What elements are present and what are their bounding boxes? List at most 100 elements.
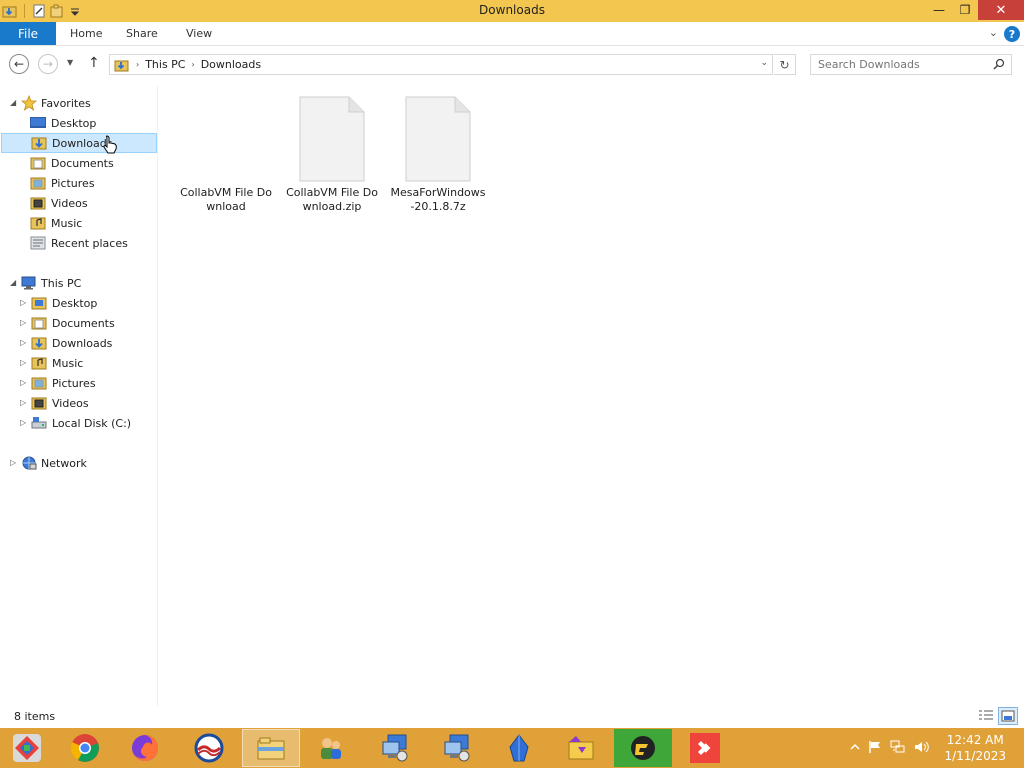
sidebar-item-label: Documents [51,156,114,170]
sidebar-item-label: Documents [52,316,115,330]
file-tab[interactable]: File [0,22,56,45]
sidebar-item-pc-documents[interactable]: ▷ Documents [20,313,156,333]
opera-icon[interactable] [180,729,238,767]
sidebar-item-videos[interactable]: Videos [30,193,156,213]
star-icon [20,94,38,111]
show-hidden-icons-icon[interactable] [850,741,860,755]
address-bar[interactable]: › This PC › Downloads ⌄ [109,54,773,75]
anydesk-icon[interactable] [676,729,734,767]
expand-arrow-icon[interactable]: ▷ [20,298,26,307]
sidebar-item-local-disk[interactable]: ▷ Local Disk (C:) [20,413,156,433]
search-input[interactable] [818,58,988,71]
recent-locations-icon[interactable]: ▼ [67,58,73,67]
search-icon[interactable] [993,58,1005,73]
address-dropdown-icon[interactable]: ⌄ [760,58,768,68]
sidebar-item-pc-downloads[interactable]: ▷ Downloads [20,333,156,353]
tree-network[interactable]: ▷ Network [10,453,87,473]
downloads-folder-icon [31,136,47,150]
this-pc-label: This PC [41,276,82,290]
network-tray-icon[interactable] [890,740,906,757]
help-icon[interactable]: ? [1004,26,1020,42]
volume-icon[interactable] [914,740,930,757]
tree-this-pc[interactable]: ◢ This PC [10,273,81,293]
remote-desktop-icon[interactable] [366,729,424,767]
tab-home[interactable]: Home [70,27,102,40]
blank-file-icon [299,96,365,182]
window-title: Downloads [479,3,545,17]
refresh-button[interactable]: ↻ [774,54,796,75]
expand-arrow-icon[interactable]: ▷ [20,318,26,327]
maximize-button[interactable]: ❐ [952,0,978,20]
file-explorer-icon[interactable] [242,729,300,767]
downloads-folder-icon [31,336,47,350]
sidebar-item-pc-pictures[interactable]: ▷ Pictures [20,373,156,393]
tab-share[interactable]: Share [126,27,158,40]
clock[interactable]: 12:42 AM 1/11/2023 [944,732,1006,764]
sidebar-item-label: Videos [51,196,88,210]
expand-ribbon-icon[interactable]: ⌄ [989,26,998,39]
back-button[interactable]: ← [9,54,29,74]
remote-desktop-icon-2[interactable] [428,729,486,767]
sidebar-item-downloads[interactable]: Downloads [1,133,157,154]
breadcrumb-this-pc[interactable]: This PC [145,58,185,71]
breadcrumb-downloads[interactable]: Downloads [201,58,261,71]
sidebar-item-label: Music [52,356,84,370]
search-box[interactable] [810,54,1012,75]
expand-arrow-icon[interactable]: ▷ [20,338,26,347]
blank-file-icon [405,96,471,182]
tree-favorites[interactable]: ◢ Favorites [10,93,91,113]
chrome-icon[interactable] [56,729,114,767]
breadcrumb-separator[interactable]: › [136,60,139,69]
breadcrumb-separator[interactable]: › [192,60,195,69]
expand-arrow-icon[interactable]: ▷ [20,418,26,427]
blue-crystal-icon[interactable] [490,729,548,767]
status-bar: 8 items [0,706,1024,728]
recent-places-icon [30,236,46,250]
music-folder-icon [31,356,47,370]
title-bar: Downloads — ❐ ✕ [0,0,1024,22]
videos-folder-icon [30,196,46,210]
sidebar-item-label: Downloads [52,336,113,350]
sidebar-item-pc-videos[interactable]: ▷ Videos [20,393,156,413]
expand-arrow-icon[interactable]: ▷ [20,398,26,407]
expand-arrow-icon[interactable]: ▷ [10,458,16,467]
details-view-icon[interactable] [976,707,996,725]
yellow-folder-app-icon[interactable] [552,729,610,767]
expand-arrow-icon[interactable]: ▷ [20,378,26,387]
minimize-button[interactable]: — [926,0,952,20]
file-item[interactable]: CollabVM File Download [178,86,274,214]
action-center-flag-icon[interactable] [868,740,882,757]
file-item[interactable]: MesaForWindows-20.1.8.7z [390,86,486,214]
sidebar-item-music[interactable]: Music [30,213,156,233]
pictures-folder-icon [31,376,47,390]
close-button[interactable]: ✕ [978,0,1024,20]
file-item[interactable]: CollabVM File Download.zip [284,86,380,214]
firefox-icon[interactable] [116,729,174,767]
clock-date: 1/11/2023 [944,749,1006,763]
sidebar-item-recent-places[interactable]: Recent places [30,233,156,253]
music-folder-icon [30,216,46,230]
network-icon [21,456,37,470]
start-icon[interactable] [2,729,52,767]
collapse-arrow-icon[interactable]: ◢ [10,278,16,287]
item-count: 8 items [14,710,56,723]
users-icon[interactable] [302,729,360,767]
taskbar: 12:42 AM 1/11/2023 [0,728,1024,768]
sidebar-item-documents[interactable]: Documents [30,153,156,173]
desktop-icon [30,116,46,130]
game-launcher-icon[interactable] [614,729,672,767]
large-icons-view-icon[interactable] [998,707,1018,725]
navigation-pane: ◢ Favorites Desktop Downloads Documents … [0,86,158,706]
sidebar-item-label: Desktop [52,296,98,310]
expand-arrow-icon[interactable]: ▷ [20,358,26,367]
sidebar-item-pc-desktop[interactable]: ▷ Desktop [20,293,156,313]
documents-folder-icon [30,156,46,170]
downloads-location-icon [114,57,130,73]
up-button[interactable]: ↑ [88,55,100,71]
collapse-arrow-icon[interactable]: ◢ [10,98,16,107]
tab-view[interactable]: View [186,27,212,40]
sidebar-item-pc-music[interactable]: ▷ Music [20,353,156,373]
forward-button[interactable]: → [38,54,58,74]
sidebar-item-desktop[interactable]: Desktop [30,113,156,133]
sidebar-item-pictures[interactable]: Pictures [30,173,156,193]
